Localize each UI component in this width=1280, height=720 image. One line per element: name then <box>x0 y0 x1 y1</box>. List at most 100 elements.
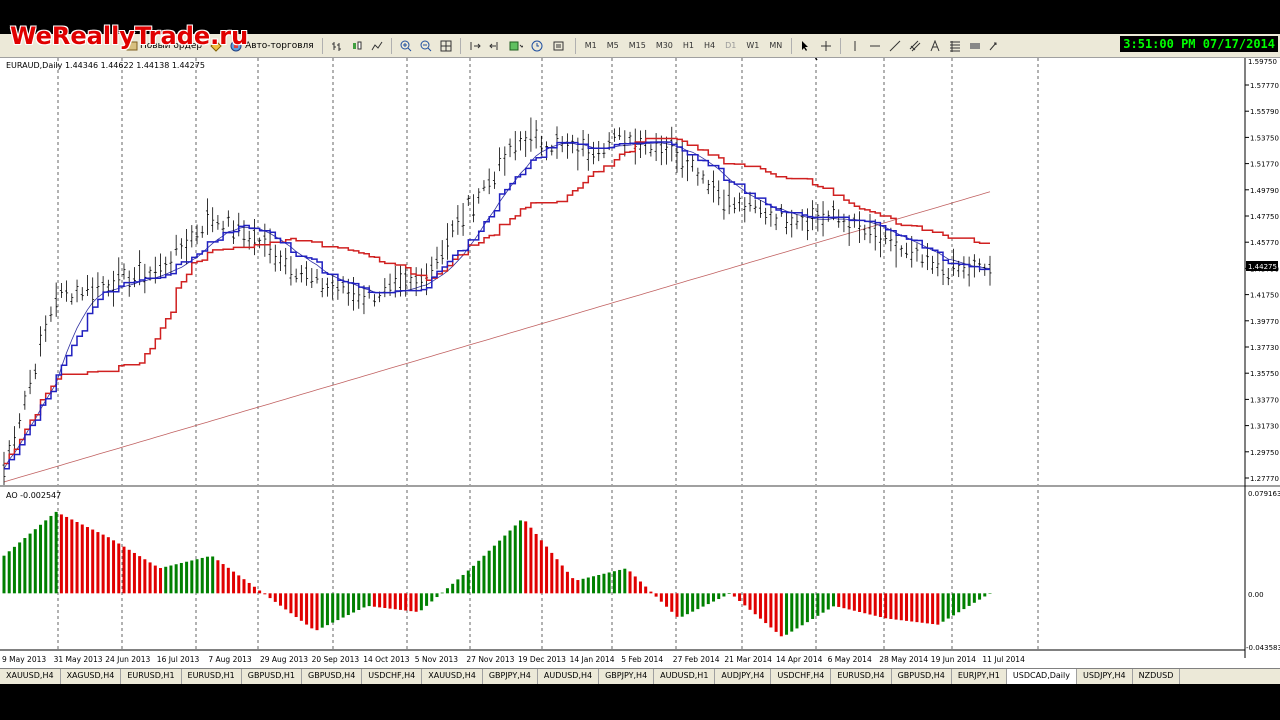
cursor-button[interactable] <box>797 37 815 55</box>
price-label: 1.31730 <box>1250 423 1279 431</box>
symbol-tab[interactable]: AUDUSD,H1 <box>654 669 716 684</box>
symbol-tab[interactable]: GBPJPY,H4 <box>599 669 655 684</box>
label-button[interactable] <box>966 37 984 55</box>
horizontal-line-icon <box>870 45 881 46</box>
ao-bar <box>451 583 455 594</box>
symbol-tab[interactable]: USDJPY,H4 <box>1077 669 1133 684</box>
arrows-button[interactable] <box>986 37 1006 55</box>
ao-bar <box>842 593 846 609</box>
ao-bar <box>899 593 903 621</box>
price-label: 1.53750 <box>1250 134 1279 142</box>
kijun-line <box>4 137 990 465</box>
tf-mn[interactable]: MN <box>764 41 787 50</box>
symbol-tabs: XAUUSD,H4 XAGUSD,H4 EURUSD,H1 EURUSD,H1 GBPU… <box>0 668 1280 684</box>
ao-bar <box>357 593 361 610</box>
symbol-tab[interactable]: EURUSD,H1 <box>121 669 182 684</box>
symbol-tab[interactable]: XAGUSD,H4 <box>61 669 122 684</box>
ao-bar <box>430 593 434 602</box>
tf-h4[interactable]: H4 <box>699 41 720 50</box>
bar-chart-button[interactable] <box>328 37 346 55</box>
chart-shift-button[interactable] <box>486 37 504 55</box>
ao-bar <box>252 586 256 594</box>
tile-windows-button[interactable] <box>437 37 455 55</box>
auto-scroll-button[interactable] <box>466 37 484 55</box>
ao-bar <box>91 529 95 594</box>
symbol-tab[interactable]: GBPUSD,H4 <box>892 669 952 684</box>
symbol-tab[interactable]: USDCAD,Daily <box>1006 669 1077 684</box>
zoom-in-button[interactable] <box>397 37 415 55</box>
ao-bar <box>49 515 53 594</box>
ao-scale-zero: 0.00 <box>1248 591 1264 599</box>
tf-w1[interactable]: W1 <box>741 41 764 50</box>
ao-bar <box>456 579 460 594</box>
indicators-icon <box>509 41 523 50</box>
symbol-tab[interactable]: USDCHF,H4 <box>771 669 832 684</box>
price-label: 1.51770 <box>1250 161 1279 169</box>
ao-bar <box>54 511 58 594</box>
symbol-tab[interactable]: EURJPY,H1 <box>952 669 1007 684</box>
ao-bar <box>28 533 32 594</box>
candle-chart-button[interactable] <box>348 37 366 55</box>
ao-bar <box>117 543 121 594</box>
symbol-tab[interactable]: EURUSD,H1 <box>182 669 242 684</box>
symbol-tab[interactable]: NZDUSD <box>1133 669 1181 684</box>
ao-bar <box>696 593 700 610</box>
fibonacci-button[interactable] <box>946 37 964 55</box>
horizontal-line-button[interactable] <box>866 37 884 55</box>
trendline-button[interactable] <box>886 37 904 55</box>
templates-button[interactable] <box>550 37 570 55</box>
ao-bar <box>565 571 569 594</box>
ao-bar <box>743 593 747 606</box>
ao-bar <box>75 521 79 594</box>
ao-bar <box>889 593 893 619</box>
ao-bar <box>790 593 794 632</box>
symbol-tab[interactable]: USDCHF,H4 <box>362 669 423 684</box>
symbol-tab[interactable]: GBPUSD,H4 <box>302 669 363 684</box>
tf-h1[interactable]: H1 <box>678 41 699 50</box>
main-chart-svg[interactable]: EURAUD,Daily 1.44346 1.44622 1.44138 1.4… <box>0 58 1280 668</box>
symbol-tab[interactable]: EURUSD,H4 <box>831 669 892 684</box>
periods-button[interactable] <box>528 37 548 55</box>
ao-bar <box>920 593 924 623</box>
channel-button[interactable] <box>906 37 924 55</box>
ao-bar <box>983 593 987 597</box>
arrows-icon <box>989 42 997 50</box>
tf-m15[interactable]: M15 <box>624 41 651 50</box>
ao-bar <box>200 557 204 594</box>
time-axis-labels: 9 May 2013 31 May 2013 24 Jun 2013 16 Jul 2… <box>2 655 1025 664</box>
symbol-tab[interactable]: XAUUSD,H4 <box>0 669 61 684</box>
price-bars <box>2 117 992 486</box>
ao-bar <box>148 562 152 594</box>
ao-bar <box>607 572 611 594</box>
chart-shift-icon <box>489 41 498 50</box>
ao-bar <box>414 593 418 612</box>
kijun-path <box>4 137 990 465</box>
tf-m1[interactable]: M1 <box>580 41 602 50</box>
line-chart-button[interactable] <box>368 37 386 55</box>
zoom-out-button[interactable] <box>417 37 435 55</box>
crosshair-icon <box>821 40 832 51</box>
ao-bar <box>581 578 585 594</box>
tf-m30[interactable]: M30 <box>651 41 678 50</box>
ao-bar <box>597 574 601 594</box>
ao-bar <box>670 593 674 612</box>
symbol-tab[interactable]: GBPUSD,H1 <box>242 669 303 684</box>
ao-bar <box>769 593 773 628</box>
indicators-button[interactable] <box>506 37 526 55</box>
vertical-line-button[interactable] <box>846 37 864 55</box>
ao-bar <box>305 593 309 625</box>
ao-bar <box>315 593 319 631</box>
ao-bar <box>785 593 789 635</box>
text-button[interactable] <box>926 37 944 55</box>
tf-m5[interactable]: M5 <box>602 41 624 50</box>
ao-bar <box>263 593 267 595</box>
symbol-tab[interactable]: AUDUSD,H4 <box>538 669 600 684</box>
ao-bar <box>623 568 627 594</box>
ao-bar <box>795 593 799 629</box>
symbol-tab[interactable]: AUDJPY,H4 <box>715 669 772 684</box>
symbol-tab[interactable]: GBPJPY,H4 <box>483 669 538 684</box>
symbol-tab[interactable]: XAUUSD,H4 <box>422 669 483 684</box>
crosshair-button[interactable] <box>817 37 835 55</box>
tf-d1[interactable]: D1 <box>720 41 741 50</box>
chart-area[interactable]: EURAUD,Daily 1.44346 1.44622 1.44138 1.4… <box>0 58 1280 668</box>
